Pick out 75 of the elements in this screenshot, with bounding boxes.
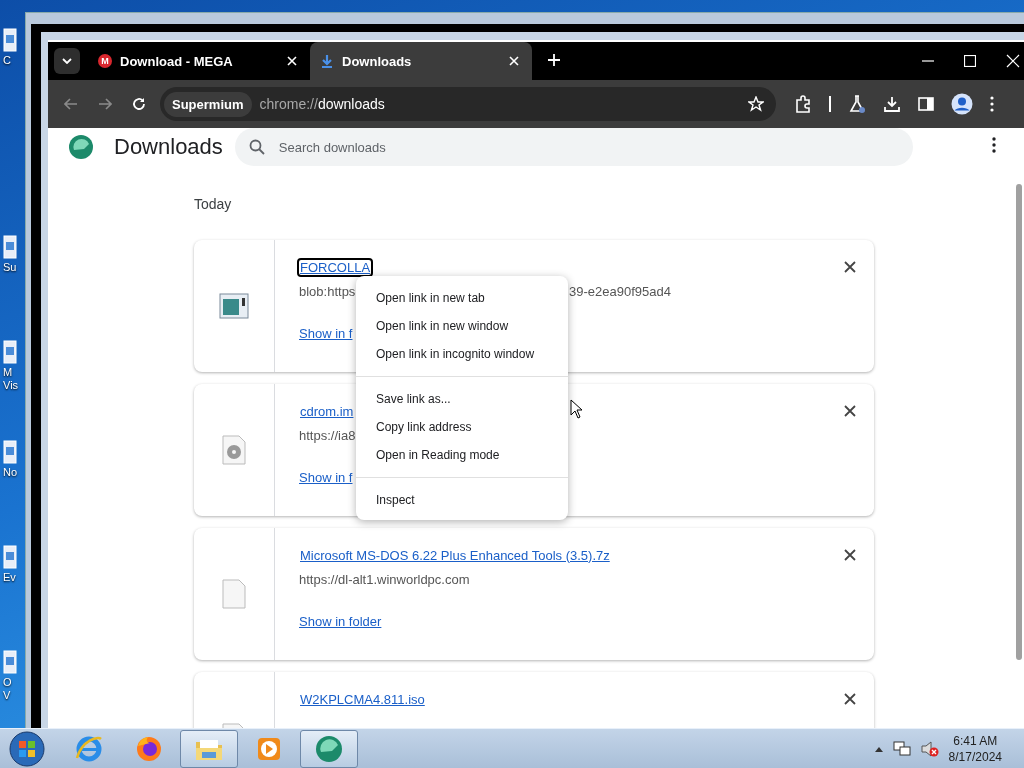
show-in-folder-link[interactable]: Show in folder [299, 614, 382, 629]
desktop-shortcut-icon[interactable] [3, 340, 17, 364]
remove-icon[interactable] [844, 261, 856, 273]
desktop-icon-label: Su [3, 261, 17, 274]
application-file-icon [219, 293, 249, 319]
browser-logo-icon [68, 134, 94, 160]
desktop-icon-label: Ev [3, 571, 16, 584]
mega-logo: M [98, 54, 112, 68]
puzzle-icon[interactable] [794, 95, 812, 113]
url-text: chrome://downloads [259, 96, 386, 112]
menu-item[interactable]: Open link in incognito window [356, 340, 568, 368]
menu-item[interactable]: Open link in new tab [356, 284, 568, 312]
start-button-icon[interactable] [8, 729, 46, 768]
network-icon[interactable] [892, 740, 911, 757]
tab-search-button[interactable] [54, 48, 80, 74]
back-icon[interactable] [64, 98, 78, 110]
side-panel-icon[interactable] [918, 96, 934, 112]
mouse-pointer-icon [570, 399, 584, 419]
file-name-link[interactable]: FORCOLLA [299, 259, 372, 275]
reload-icon[interactable] [132, 97, 146, 111]
caret-icon [62, 58, 72, 64]
file-name-link[interactable]: cdrom.im [299, 403, 355, 419]
download-icon [320, 54, 334, 68]
desktop-shortcut-icon[interactable] [3, 650, 17, 674]
search-field[interactable]: Search downloads [234, 128, 913, 166]
star-icon[interactable] [748, 96, 764, 112]
remove-icon[interactable] [844, 693, 856, 705]
desktop-icon-label: O V [3, 676, 12, 702]
flask-icon[interactable] [848, 95, 866, 113]
show-hidden-icons-icon[interactable] [874, 745, 883, 752]
site-chip[interactable]: Supermium [164, 91, 252, 117]
disc-image-file-icon [222, 435, 246, 465]
menu-item[interactable]: Copy link address [356, 413, 568, 441]
desktop-icon-label: No [3, 466, 18, 479]
menu-item[interactable]: Inspect [356, 486, 568, 514]
file-name-link[interactable]: W2KPLCMA4.811.iso [299, 691, 426, 707]
remove-icon[interactable] [844, 549, 856, 561]
browser-logo-icon[interactable] [314, 733, 344, 764]
download-url: https://dl-alt1.winworldpc.com [299, 572, 470, 587]
forward-icon[interactable] [98, 98, 112, 110]
search-icon [248, 139, 265, 155]
show-in-folder-link[interactable]: Show in f [299, 326, 353, 341]
download-url: blob:https [299, 284, 356, 299]
browser-tab[interactable]: Downloads [310, 42, 532, 80]
avatar-icon[interactable] [951, 93, 973, 115]
download-url: https://ia8 [299, 428, 356, 443]
download-icon[interactable] [883, 95, 901, 113]
desktop-icon-label: M Vis [3, 366, 19, 392]
section-heading: Today [194, 196, 233, 212]
close-icon[interactable] [508, 55, 520, 67]
desktop-shortcut-icon[interactable] [3, 28, 17, 52]
page-title: Downloads [114, 134, 223, 160]
show-in-folder-link[interactable]: Show in f [299, 470, 353, 485]
desktop-shortcut-icon[interactable] [3, 545, 17, 569]
desktop-shortcut-icon[interactable] [3, 235, 17, 259]
menu-item[interactable]: Open link in new window [356, 312, 568, 340]
browser-tab[interactable]: M Download - MEGA [88, 42, 310, 80]
desktop-shortcut-icon[interactable] [3, 440, 17, 464]
file-icon [222, 579, 246, 609]
close-icon[interactable] [286, 55, 298, 67]
download-url: 39-e2ea90f95ad4 [569, 284, 671, 299]
menu-icon[interactable] [990, 96, 994, 112]
maximize-icon[interactable] [964, 55, 976, 67]
volume-muted-icon[interactable] [920, 740, 939, 757]
taskbar-clock[interactable]: 6:41 AM 8/17/2024 [948, 732, 1002, 765]
remove-icon[interactable] [844, 405, 856, 417]
desktop-icon-label: C [3, 54, 11, 67]
file-name-link[interactable]: Microsoft MS-DOS 6.22 Plus Enhanced Tools (3.5).7z [299, 547, 611, 563]
address-bar[interactable]: Supermium chrome://downloads [160, 87, 776, 121]
menu-item[interactable]: Save link as... [356, 385, 568, 413]
scrollbar-thumb[interactable] [1016, 184, 1022, 660]
menu-icon[interactable] [992, 137, 996, 153]
menu-item[interactable]: Open in Reading mode [356, 441, 568, 469]
new-tab-icon[interactable] [548, 54, 560, 66]
close-icon[interactable] [1006, 54, 1020, 68]
